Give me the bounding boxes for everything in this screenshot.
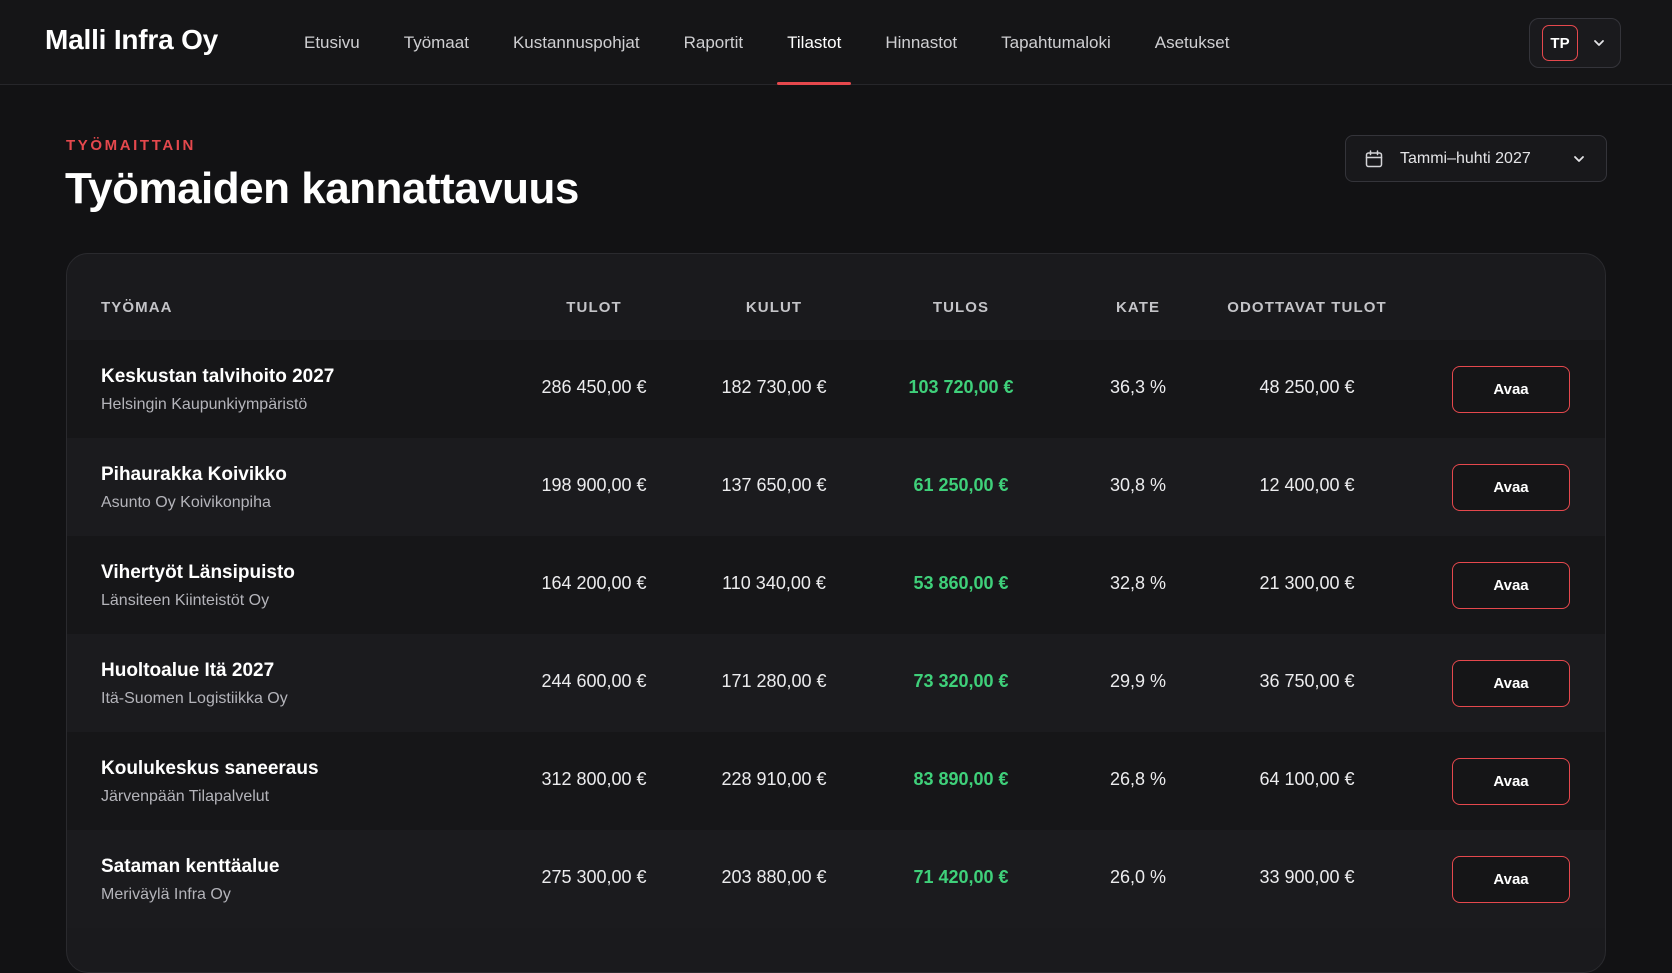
result-value: 71 420,00 € <box>913 867 1009 887</box>
chevron-down-icon <box>1592 36 1606 50</box>
site-name: Pihaurakka Koivikko <box>101 464 287 485</box>
site-cell: Pihaurakka Koivikko Asunto Oy Koivikonpi… <box>101 464 287 512</box>
site-name: Vihertyöt Länsipuisto <box>101 562 295 583</box>
result-value: 103 720,00 € <box>908 377 1014 397</box>
result-value: 83 890,00 € <box>913 769 1009 789</box>
pending-value: 64 100,00 € <box>1259 769 1355 789</box>
income-value: 164 200,00 € <box>541 573 647 593</box>
open-button[interactable]: Avaa <box>1452 856 1570 903</box>
chevron-down-icon <box>1572 152 1586 166</box>
page-title: Työmaiden kannattavuus <box>65 164 579 213</box>
open-button[interactable]: Avaa <box>1452 562 1570 609</box>
open-button[interactable]: Avaa <box>1452 464 1570 511</box>
costs-value: 171 280,00 € <box>721 671 827 691</box>
nav-item-tyomaat[interactable]: Työmaat <box>382 0 491 85</box>
site-cell: Koulukeskus saneeraus Järvenpään Tilapal… <box>101 758 319 806</box>
pending-value: 21 300,00 € <box>1259 573 1355 593</box>
costs-value: 182 730,00 € <box>721 377 827 397</box>
site-name: Koulukeskus saneeraus <box>101 758 319 779</box>
site-cell: Keskustan talvihoito 2027 Helsingin Kaup… <box>101 366 334 414</box>
calendar-icon <box>1364 149 1384 169</box>
site-name: Sataman kenttäalue <box>101 856 280 877</box>
nav-item-raportit[interactable]: Raportit <box>662 0 766 85</box>
table-header: TYÖMAA TULOT KULUT TULOS KATE ODOTTAVAT … <box>67 254 1605 340</box>
pending-value: 36 750,00 € <box>1259 671 1355 691</box>
site-client: Länsiteen Kiinteistöt Oy <box>101 592 270 609</box>
site-client: Asunto Oy Koivikonpiha <box>101 494 271 511</box>
avatar: TP <box>1542 25 1578 61</box>
nav-item-hinnastot[interactable]: Hinnastot <box>863 0 979 85</box>
costs-value: 203 880,00 € <box>721 867 827 887</box>
income-value: 198 900,00 € <box>541 475 647 495</box>
table-row: Pihaurakka Koivikko Asunto Oy Koivikonpi… <box>67 438 1605 536</box>
costs-value: 137 650,00 € <box>721 475 827 495</box>
column-header-site: TYÖMAA <box>101 299 173 316</box>
column-header-pending: ODOTTAVAT TULOT <box>1227 299 1387 316</box>
table-row: Huoltoalue Itä 2027 Itä-Suomen Logistiik… <box>67 634 1605 732</box>
brand-logo[interactable]: Malli Infra Oy <box>45 24 218 56</box>
open-button[interactable]: Avaa <box>1452 758 1570 805</box>
income-value: 286 450,00 € <box>541 377 647 397</box>
site-client: Järvenpään Tilapalvelut <box>101 788 270 805</box>
column-header-costs: KULUT <box>745 299 803 316</box>
open-button[interactable]: Avaa <box>1452 660 1570 707</box>
pending-value: 48 250,00 € <box>1259 377 1355 397</box>
nav-item-etusivu[interactable]: Etusivu <box>282 0 382 85</box>
site-cell: Vihertyöt Länsipuisto Länsiteen Kiinteis… <box>101 562 295 610</box>
period-select[interactable]: Tammi–huhti 2027 <box>1345 135 1607 182</box>
site-name: Huoltoalue Itä 2027 <box>101 660 275 681</box>
column-header-result: TULOS <box>932 299 990 316</box>
site-cell: Huoltoalue Itä 2027 Itä-Suomen Logistiik… <box>101 660 288 708</box>
site-name: Keskustan talvihoito 2027 <box>101 366 335 387</box>
pending-value: 12 400,00 € <box>1259 475 1355 495</box>
site-client: Itä-Suomen Logistiikka Oy <box>101 690 288 707</box>
result-value: 73 320,00 € <box>913 671 1009 691</box>
table-row: Keskustan talvihoito 2027 Helsingin Kaup… <box>67 340 1605 438</box>
column-header-income: TULOT <box>566 299 622 316</box>
result-value: 53 860,00 € <box>913 573 1009 593</box>
costs-value: 228 910,00 € <box>721 769 827 789</box>
nav-item-kustannuspohjat[interactable]: Kustannuspohjat <box>491 0 662 85</box>
period-select-label: Tammi–huhti 2027 <box>1400 149 1531 167</box>
table-row: Vihertyöt Länsipuisto Länsiteen Kiinteis… <box>67 536 1605 634</box>
table-row: Sataman kenttäalue Meriväylä Infra Oy 27… <box>67 830 1605 928</box>
nav-item-tilastot[interactable]: Tilastot <box>765 0 863 85</box>
profitability-table: TYÖMAA TULOT KULUT TULOS KATE ODOTTAVAT … <box>66 253 1606 973</box>
site-client: Meriväylä Infra Oy <box>101 886 231 903</box>
income-value: 275 300,00 € <box>541 867 647 887</box>
nav-item-tapahtumaloki[interactable]: Tapahtumaloki <box>979 0 1133 85</box>
site-cell: Sataman kenttäalue Meriväylä Infra Oy <box>101 856 279 904</box>
site-client: Helsingin Kaupunkiympäristö <box>101 396 308 413</box>
costs-value: 110 340,00 € <box>722 573 826 593</box>
user-menu-button[interactable]: TP <box>1529 18 1621 68</box>
result-value: 61 250,00 € <box>913 475 1009 495</box>
income-value: 244 600,00 € <box>541 671 647 691</box>
pending-value: 33 900,00 € <box>1259 867 1355 887</box>
page-eyebrow: TYÖMAITTAIN <box>66 137 196 154</box>
open-button[interactable]: Avaa <box>1452 366 1570 413</box>
main-nav: Etusivu Työmaat Kustannuspohjat Raportit… <box>282 0 1251 85</box>
table-row: Koulukeskus saneeraus Järvenpään Tilapal… <box>67 732 1605 830</box>
top-bar: Malli Infra Oy Etusivu Työmaat Kustannus… <box>0 0 1672 85</box>
income-value: 312 800,00 € <box>541 769 647 789</box>
nav-item-asetukset[interactable]: Asetukset <box>1133 0 1252 85</box>
